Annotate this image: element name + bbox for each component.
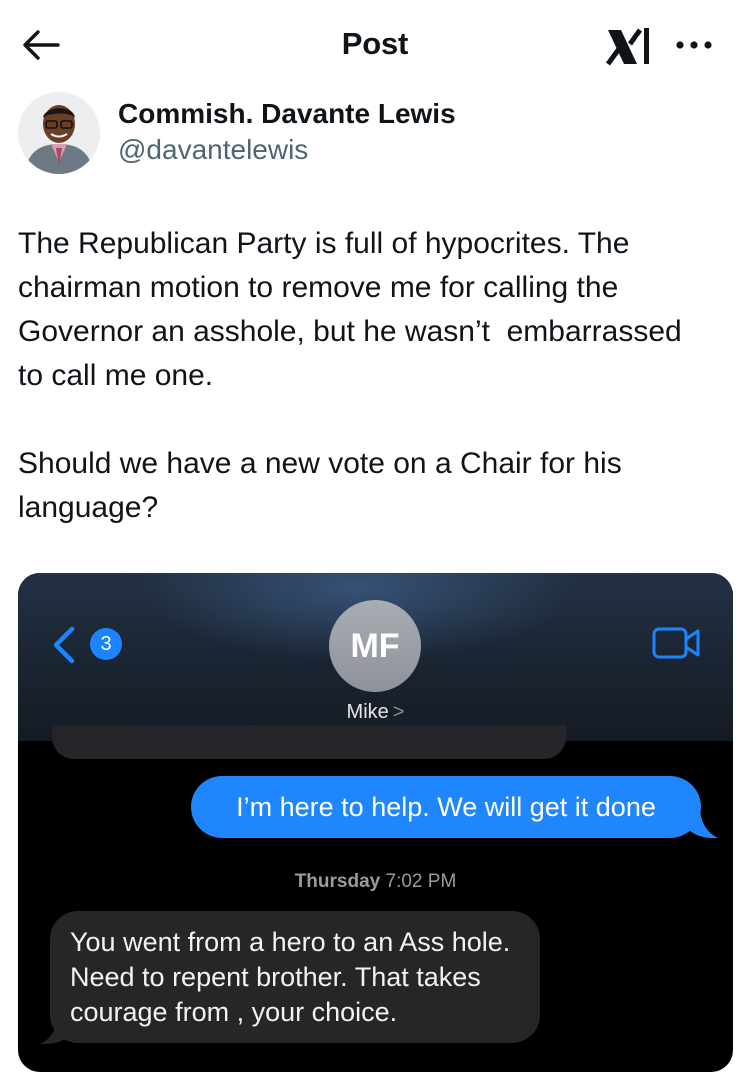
post-media-image[interactable]: 3 MF Mike > I’m here to help. We will get… [18,573,733,1072]
timestamp-time: 7:02 PM [385,871,457,892]
chevron-left-icon [53,626,75,664]
contact-name[interactable]: Mike > [18,701,733,724]
contact-name-label: Mike [346,701,389,723]
author-avatar[interactable] [18,92,100,174]
outgoing-message-bubble: I’m here to help. We will get it done [191,776,701,838]
back-button[interactable] [18,22,64,68]
chevron-right-icon: > [392,701,405,723]
video-camera-icon [652,627,700,659]
facetime-video-button[interactable] [652,626,702,660]
message-timestamp: Thursday 7:02 PM [18,871,733,893]
incoming-bubble-tail [40,1017,72,1045]
top-bar: Post [0,0,750,90]
outgoing-bubble-tail [686,811,718,839]
previous-message-bubble [52,725,566,759]
more-button[interactable] [672,30,718,60]
imessage-header: 3 MF Mike > [18,573,733,741]
post-text: The Republican Party is full of hypocrit… [18,227,682,524]
author-display-name[interactable]: Commish. Davante Lewis [118,98,456,130]
profile-photo [18,92,100,174]
grok-x-button[interactable] [604,24,662,70]
timestamp-day: Thursday [294,871,381,892]
author-handle[interactable]: @davantelewis [118,134,308,166]
incoming-message-bubble: You went from a hero to an Ass hole. Nee… [50,911,540,1043]
imessage-back-button[interactable] [48,625,78,665]
x-logo-icon [605,28,649,66]
arrow-left-icon [23,30,60,60]
more-dots-icon [676,41,712,49]
unread-count-badge: 3 [90,628,122,660]
contact-avatar[interactable]: MF [329,600,421,692]
